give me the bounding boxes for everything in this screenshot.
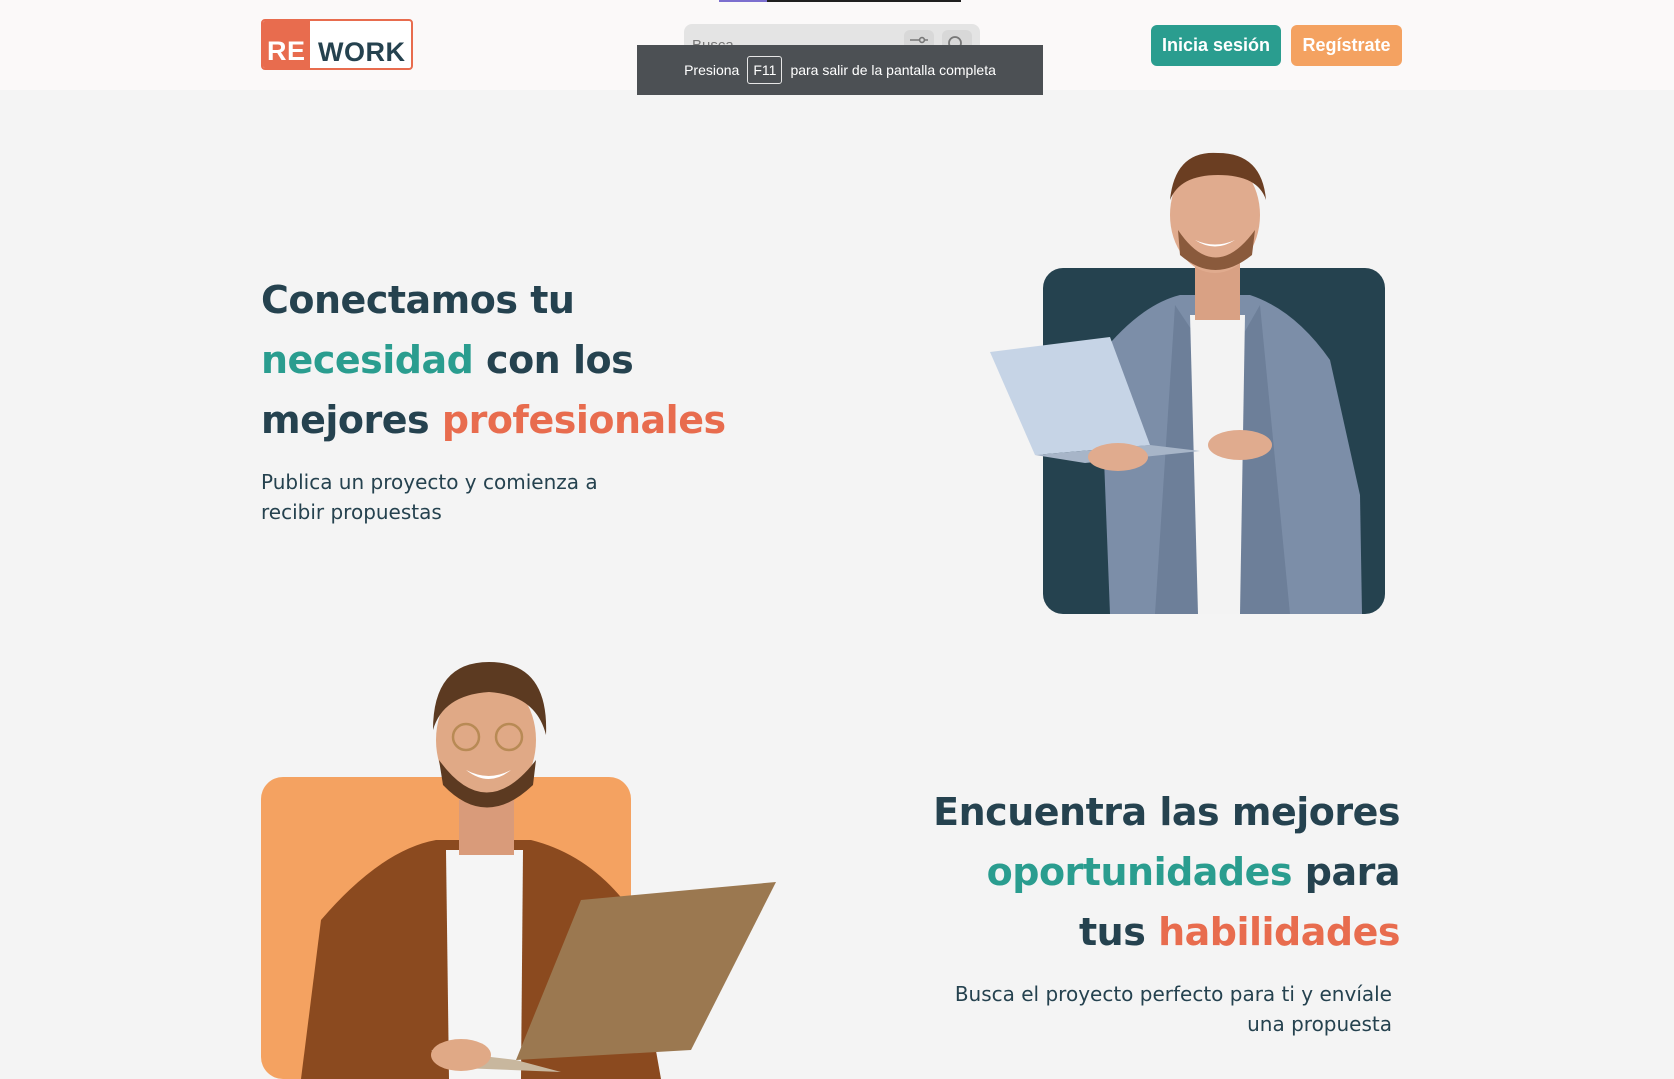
accent-necesidad: necesidad [261, 338, 474, 382]
subtitle-line: una propuesta [1247, 1012, 1392, 1036]
hero-freelancers-title-line3: tus habilidades [900, 902, 1400, 962]
title-start: mejores [261, 398, 442, 442]
hero-clients-title-line2: necesidad con los [261, 330, 801, 390]
accent-habilidades: habilidades [1158, 910, 1400, 954]
logo-re-text: RE [263, 21, 310, 68]
hero-clients-subtitle: Publica un proyecto y comienza a recibir… [261, 467, 631, 527]
hero-clients-title-line3: mejores profesionales [261, 390, 801, 450]
fullscreen-notice-text-before: Presiona [684, 62, 740, 78]
top-navbar: RE WORK Presiona F11 para salir de la pa… [0, 0, 1674, 95]
fullscreen-notice: Presiona F11 para salir de la pantalla c… [637, 45, 1043, 95]
title-rest: con los [473, 338, 634, 382]
title-start: tus [1079, 910, 1159, 954]
hero-freelancers-title-line2: oportunidades para [900, 842, 1401, 902]
subtitle-line: Busca el proyecto perfecto para ti y env… [954, 982, 1392, 1006]
subtitle-line: recibir propuestas [261, 500, 442, 524]
login-button[interactable]: Inicia sesión [1151, 25, 1281, 66]
logo-work-text: WORK [318, 37, 406, 67]
accent-oportunidades: oportunidades [986, 850, 1293, 894]
hero-freelancers-title-line1: Encuentra las mejores [933, 790, 1400, 834]
hero-freelancers-subtitle: Busca el proyecto perfecto para ti y env… [940, 979, 1392, 1039]
freelancer-man-photo [261, 662, 776, 1079]
subtitle-line: Publica un proyecto y comienza a [261, 470, 598, 494]
title-rest: para [1292, 850, 1401, 894]
hero-clients-title-line1: Conectamos tu [261, 278, 575, 322]
rework-logo[interactable]: RE WORK [261, 19, 413, 70]
page-top-strip [719, 0, 961, 2]
accent-profesionales: profesionales [441, 398, 726, 442]
f11-key-badge: F11 [747, 56, 783, 84]
hero-freelancers-title: Encuentra las mejores oportunidades para… [900, 782, 1400, 962]
fullscreen-notice-text-after: para salir de la pantalla completa [790, 62, 996, 78]
hero-clients-title: Conectamos tu necesidad con los mejores … [261, 270, 801, 450]
professional-man-photo [990, 152, 1385, 614]
register-button[interactable]: Regístrate [1291, 25, 1402, 66]
